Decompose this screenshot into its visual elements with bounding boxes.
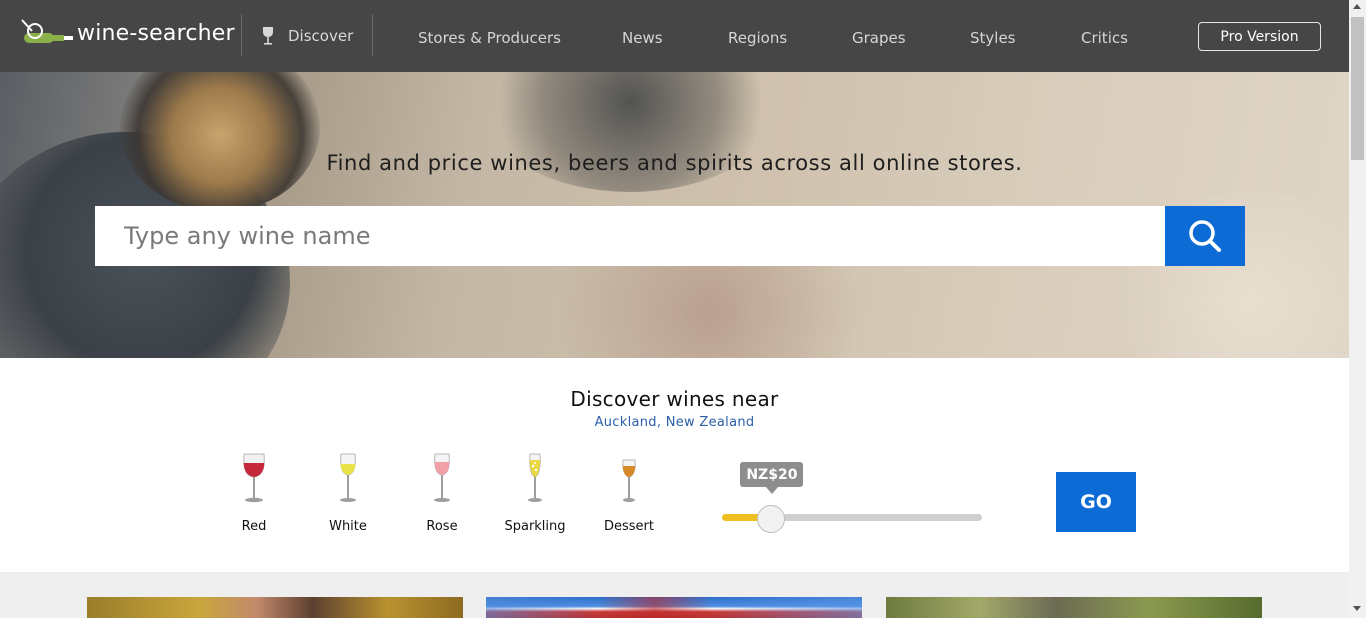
nav-divider — [372, 14, 373, 56]
nav-discover[interactable]: Discover — [262, 26, 353, 45]
wine-type-label: Rose — [426, 519, 458, 534]
featured-card-image[interactable] — [486, 597, 862, 618]
price-slider-handle[interactable] — [757, 505, 786, 533]
scroll-down-arrow-icon[interactable] — [1353, 606, 1361, 611]
rose-wine-glass-icon — [434, 453, 450, 502]
sparkling-wine-glass-icon — [528, 453, 542, 502]
search-button[interactable] — [1165, 206, 1245, 266]
red-wine-glass-icon — [243, 453, 265, 503]
pro-version-button[interactable]: Pro Version — [1198, 22, 1321, 51]
wine-type-white[interactable]: White — [308, 452, 388, 534]
nav-grapes[interactable]: Grapes — [852, 29, 906, 47]
wine-type-label: Dessert — [604, 519, 654, 534]
wine-type-label: Sparkling — [504, 519, 566, 534]
nav-discover-label: Discover — [288, 26, 354, 45]
logo-text: wine-searcher — [77, 20, 235, 46]
white-wine-glass-icon — [340, 453, 356, 502]
site-logo[interactable]: wine-searcher — [20, 16, 235, 50]
nav-divider — [241, 14, 242, 56]
top-navigation-bar: wine-searcher Discover Stores & Producer… — [0, 0, 1349, 72]
hero-banner: Find and price wines, beers and spirits … — [0, 72, 1349, 358]
wine-type-label: Red — [241, 519, 267, 534]
discover-location-link[interactable]: Auckland, New Zealand — [0, 415, 1349, 430]
featured-card-image[interactable] — [886, 597, 1262, 618]
nav-stores-producers[interactable]: Stores & Producers — [418, 29, 561, 47]
wine-search-input[interactable] — [95, 206, 1165, 266]
scroll-up-arrow-icon[interactable] — [1353, 4, 1361, 9]
nav-styles[interactable]: Styles — [970, 29, 1016, 47]
wine-glass-icon — [263, 27, 273, 45]
hero-tagline: Find and price wines, beers and spirits … — [326, 151, 1023, 175]
wine-type-label: White — [329, 519, 367, 534]
price-slider-tooltip: NZ$20 — [740, 462, 804, 494]
scrollbar-thumb[interactable] — [1351, 17, 1364, 160]
wine-type-dessert[interactable]: Dessert — [589, 452, 669, 534]
go-button[interactable]: GO — [1056, 472, 1136, 532]
nav-news[interactable]: News — [622, 29, 663, 47]
wine-type-rose[interactable]: Rose — [402, 452, 482, 534]
featured-card-image[interactable] — [87, 597, 463, 618]
dessert-wine-glass-icon — [622, 459, 636, 502]
wine-bottle-logo-icon — [21, 19, 73, 43]
wine-type-sparkling[interactable]: Sparkling — [495, 452, 575, 534]
wine-type-red[interactable]: Red — [214, 452, 294, 534]
nav-critics[interactable]: Critics — [1081, 29, 1128, 47]
search-icon — [1189, 220, 1221, 252]
discover-title: Discover wines near — [570, 387, 779, 411]
nav-regions[interactable]: Regions — [728, 29, 787, 47]
